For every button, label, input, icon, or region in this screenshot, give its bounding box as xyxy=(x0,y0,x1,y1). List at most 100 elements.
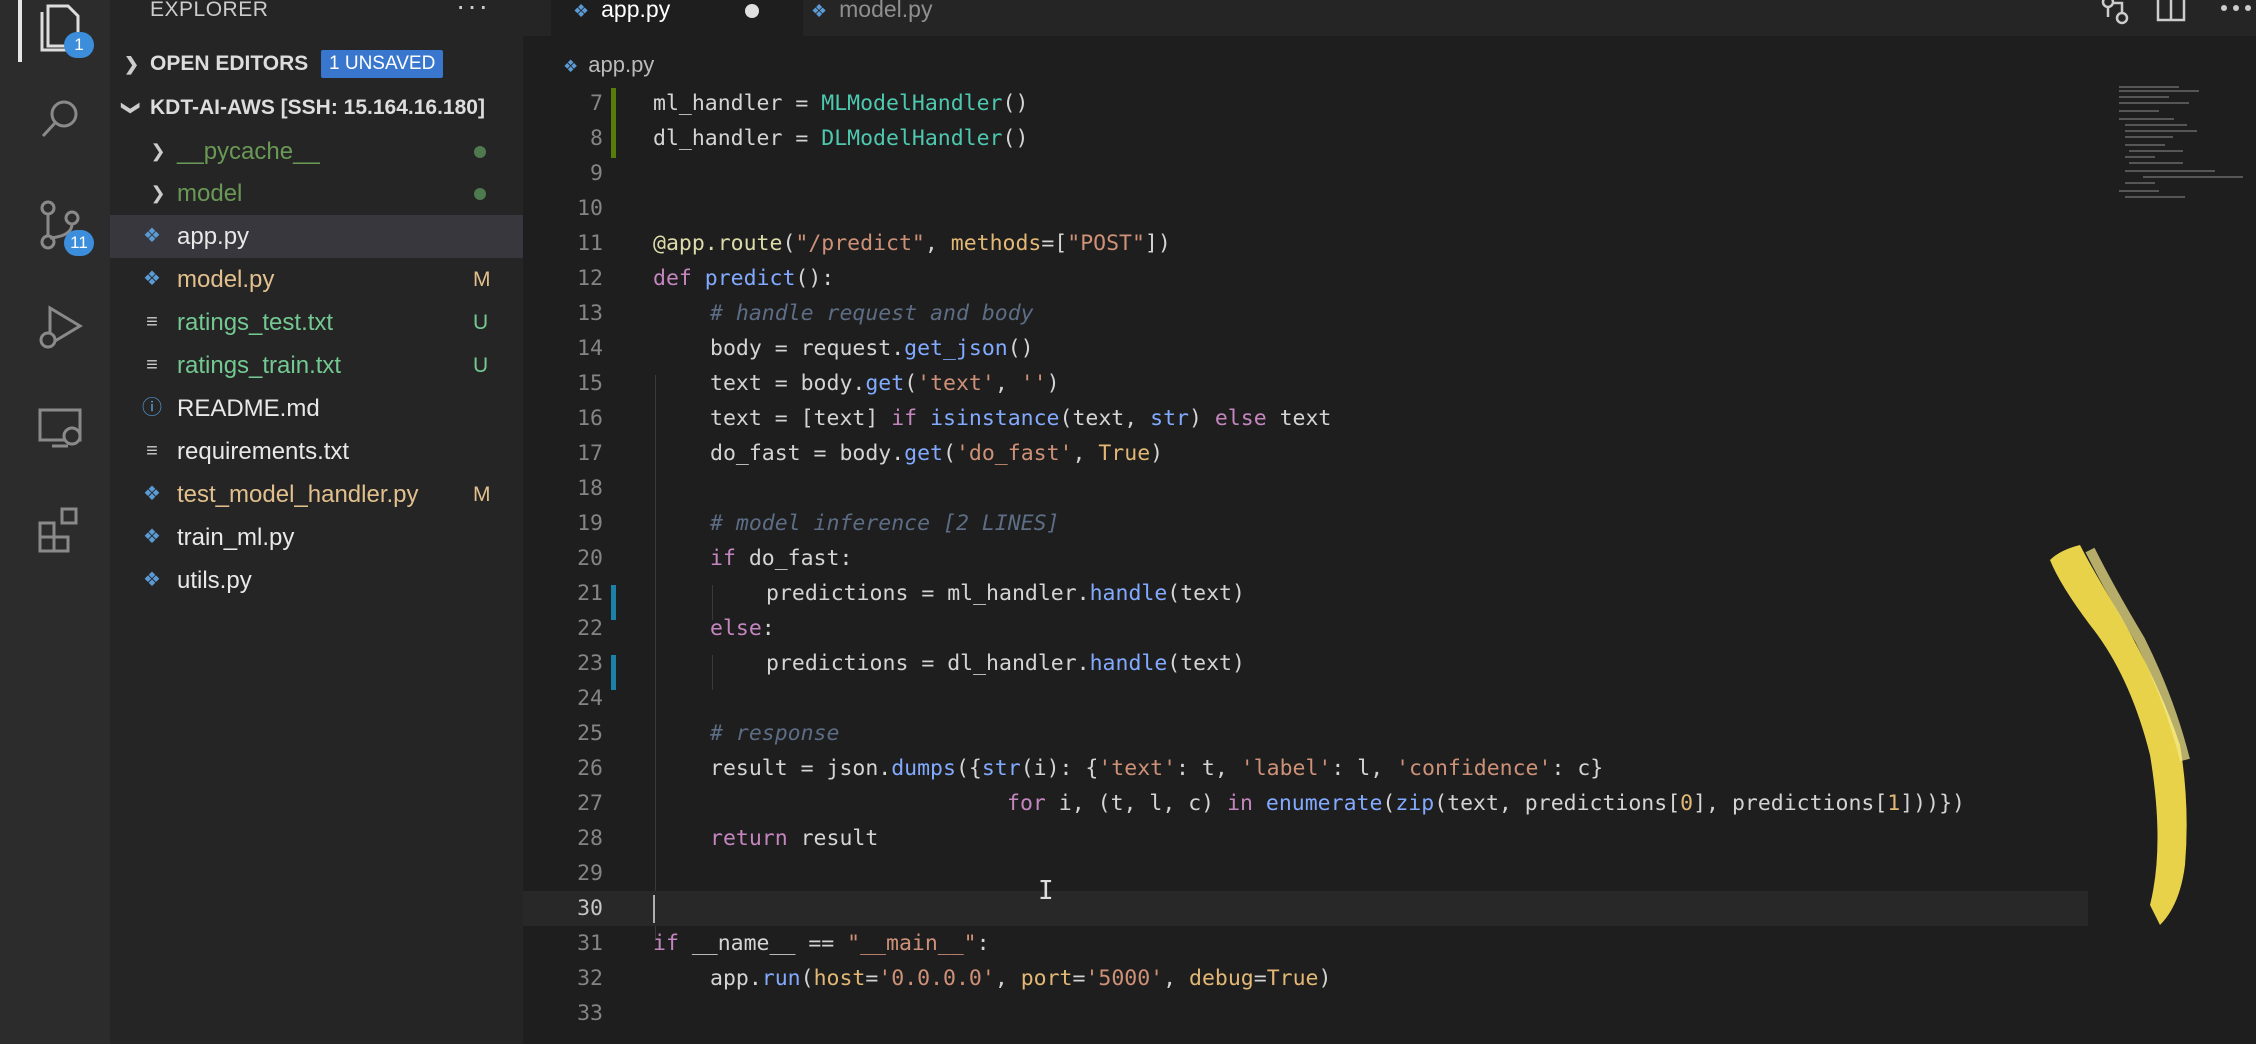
file-name: model xyxy=(177,180,243,207)
code-line: 16 text = [text] if isinstance(text, str)… xyxy=(523,401,2113,436)
tab-app-py[interactable]: ❖ app.py xyxy=(551,0,803,36)
python-file-icon: ❖ xyxy=(563,57,579,76)
status-dot xyxy=(474,146,486,158)
code-line: 24 xyxy=(523,681,2113,716)
file-name: utils.py xyxy=(177,567,252,594)
tree-file-readme[interactable]: ⓘ README.md xyxy=(110,387,523,430)
text-file-icon: ≡ xyxy=(146,440,158,462)
code-line: 28 return result xyxy=(523,821,2113,856)
workspace-section[interactable]: ❯ KDT-AI-AWS [SSH: 15.164.16.180] xyxy=(110,90,523,126)
explorer-title: EXPLORER xyxy=(150,0,269,21)
unsaved-dot-icon[interactable] xyxy=(745,4,759,18)
info-icon: ⓘ xyxy=(142,397,162,419)
breadcrumb-item[interactable]: ❖ app.py xyxy=(563,52,654,78)
line-number: 18 xyxy=(577,476,603,501)
pointer-overlay-icon xyxy=(2050,545,2190,925)
code-token: run xyxy=(761,966,801,991)
code-token: ( xyxy=(782,231,796,256)
file-name: test_model_handler.py xyxy=(177,481,419,508)
git-status: M xyxy=(473,483,491,506)
code-line: 18 xyxy=(523,471,2113,506)
code-line: 22 else: xyxy=(523,611,2113,646)
editor-action-icons[interactable] xyxy=(2096,0,2256,30)
git-status: U xyxy=(473,354,489,377)
code-line: 27 for i, (t, l, c) in enumerate(zip(text… xyxy=(523,786,2113,821)
line-number: 29 xyxy=(577,861,603,886)
tree-file-model-py[interactable]: ❖ model.py M xyxy=(110,258,523,301)
line-number: 30 xyxy=(577,896,603,921)
breadcrumb-file: app.py xyxy=(588,52,655,77)
code-token: methods xyxy=(950,231,1042,256)
search-icon[interactable] xyxy=(34,92,90,148)
open-editors-section[interactable]: ❯ OPEN EDITORS 1 UNSAVED xyxy=(110,46,523,82)
tab-model-py[interactable]: ❖ model.py xyxy=(789,0,1037,36)
tree-folder-model[interactable]: ❯ model xyxy=(110,172,523,215)
code-token: predictions = dl_handler. xyxy=(766,651,1090,676)
code-token: result xyxy=(787,826,879,851)
code-token: "POST" xyxy=(1067,231,1145,256)
tree-file-app-py[interactable]: ❖ app.py xyxy=(110,215,523,258)
tree-file-ratings-test[interactable]: ≡ ratings_test.txt U xyxy=(110,301,523,344)
python-file-icon: ❖ xyxy=(143,526,161,548)
python-file-icon: ❖ xyxy=(143,268,161,290)
line-number: 25 xyxy=(577,721,603,746)
code-line: 21 predictions = ml_handler.handle(text) xyxy=(523,576,2113,611)
explorer-icon[interactable]: 1 xyxy=(34,0,94,58)
line-number: 8 xyxy=(590,126,603,151)
code-editor[interactable]: 7 ml_handler = MLModelHandler() 8 dl_handl… xyxy=(523,86,2113,1044)
code-token: str xyxy=(981,756,1021,781)
explorer-sidebar: EXPLORER ··· ❯ OPEN EDITORS 1 UNSAVED ❯ … xyxy=(110,0,523,1044)
code-token: if xyxy=(891,406,918,431)
more-actions-icon[interactable]: ··· xyxy=(456,0,490,22)
code-token: : xyxy=(976,931,990,956)
git-status: M xyxy=(473,268,491,291)
file-name: app.py xyxy=(177,223,250,250)
code-token: MLModelHandler xyxy=(821,91,1003,116)
tree-folder-pycache[interactable]: ❯ __pycache__ xyxy=(110,130,523,173)
open-editors-label: OPEN EDITORS xyxy=(150,52,309,75)
code-token: 1 xyxy=(1887,791,1901,816)
extensions-icon[interactable] xyxy=(34,503,90,559)
file-name: train_ml.py xyxy=(177,524,295,551)
code-token: else xyxy=(710,616,762,641)
source-control-icon[interactable]: 11 xyxy=(34,198,94,256)
mouse-ibeam-icon: I xyxy=(1038,876,1054,906)
code-token: (text, xyxy=(1059,406,1151,431)
unsaved-badge: 1 UNSAVED xyxy=(321,50,444,78)
code-token: 'text' xyxy=(1098,756,1177,781)
code-token: (text) xyxy=(1167,581,1245,606)
code-line: 12 def predict(): xyxy=(523,261,2113,296)
code-token: ) xyxy=(1150,441,1164,466)
code-token: = xyxy=(1253,966,1267,991)
line-number: 13 xyxy=(577,301,603,326)
tree-file-utils[interactable]: ❖ utils.py xyxy=(110,559,523,602)
python-file-icon: ❖ xyxy=(143,483,161,505)
code-token: DLModelHandler xyxy=(821,126,1003,151)
code-token: do_fast: xyxy=(735,546,853,571)
file-name: requirements.txt xyxy=(177,438,350,465)
tree-file-train-ml[interactable]: ❖ train_ml.py xyxy=(110,516,523,559)
code-token: : t, xyxy=(1176,756,1241,781)
line-number: 9 xyxy=(590,161,603,186)
code-token: in xyxy=(1227,791,1253,816)
code-token: = xyxy=(1072,966,1086,991)
tree-file-requirements[interactable]: ≡ requirements.txt xyxy=(110,430,523,473)
code-token: '0.0.0.0' xyxy=(878,966,995,991)
remote-explorer-icon[interactable] xyxy=(34,400,90,456)
code-line: 33 xyxy=(523,996,2113,1031)
code-token: = xyxy=(865,966,879,991)
tree-file-test-model-handler[interactable]: ❖ test_model_handler.py M xyxy=(110,473,523,516)
line-number: 19 xyxy=(577,511,603,536)
code-token: (text) xyxy=(1167,651,1245,676)
code-token: predictions = ml_handler. xyxy=(766,581,1090,606)
python-file-icon: ❖ xyxy=(811,1,828,21)
line-number: 22 xyxy=(577,616,603,641)
tree-file-ratings-train[interactable]: ≡ ratings_train.txt U xyxy=(110,344,523,387)
run-debug-icon[interactable] xyxy=(34,300,90,356)
file-name: README.md xyxy=(177,395,320,422)
editor-actions xyxy=(2096,0,2256,30)
code-token: 'text' xyxy=(917,371,995,396)
file-name: ratings_test.txt xyxy=(177,309,334,336)
